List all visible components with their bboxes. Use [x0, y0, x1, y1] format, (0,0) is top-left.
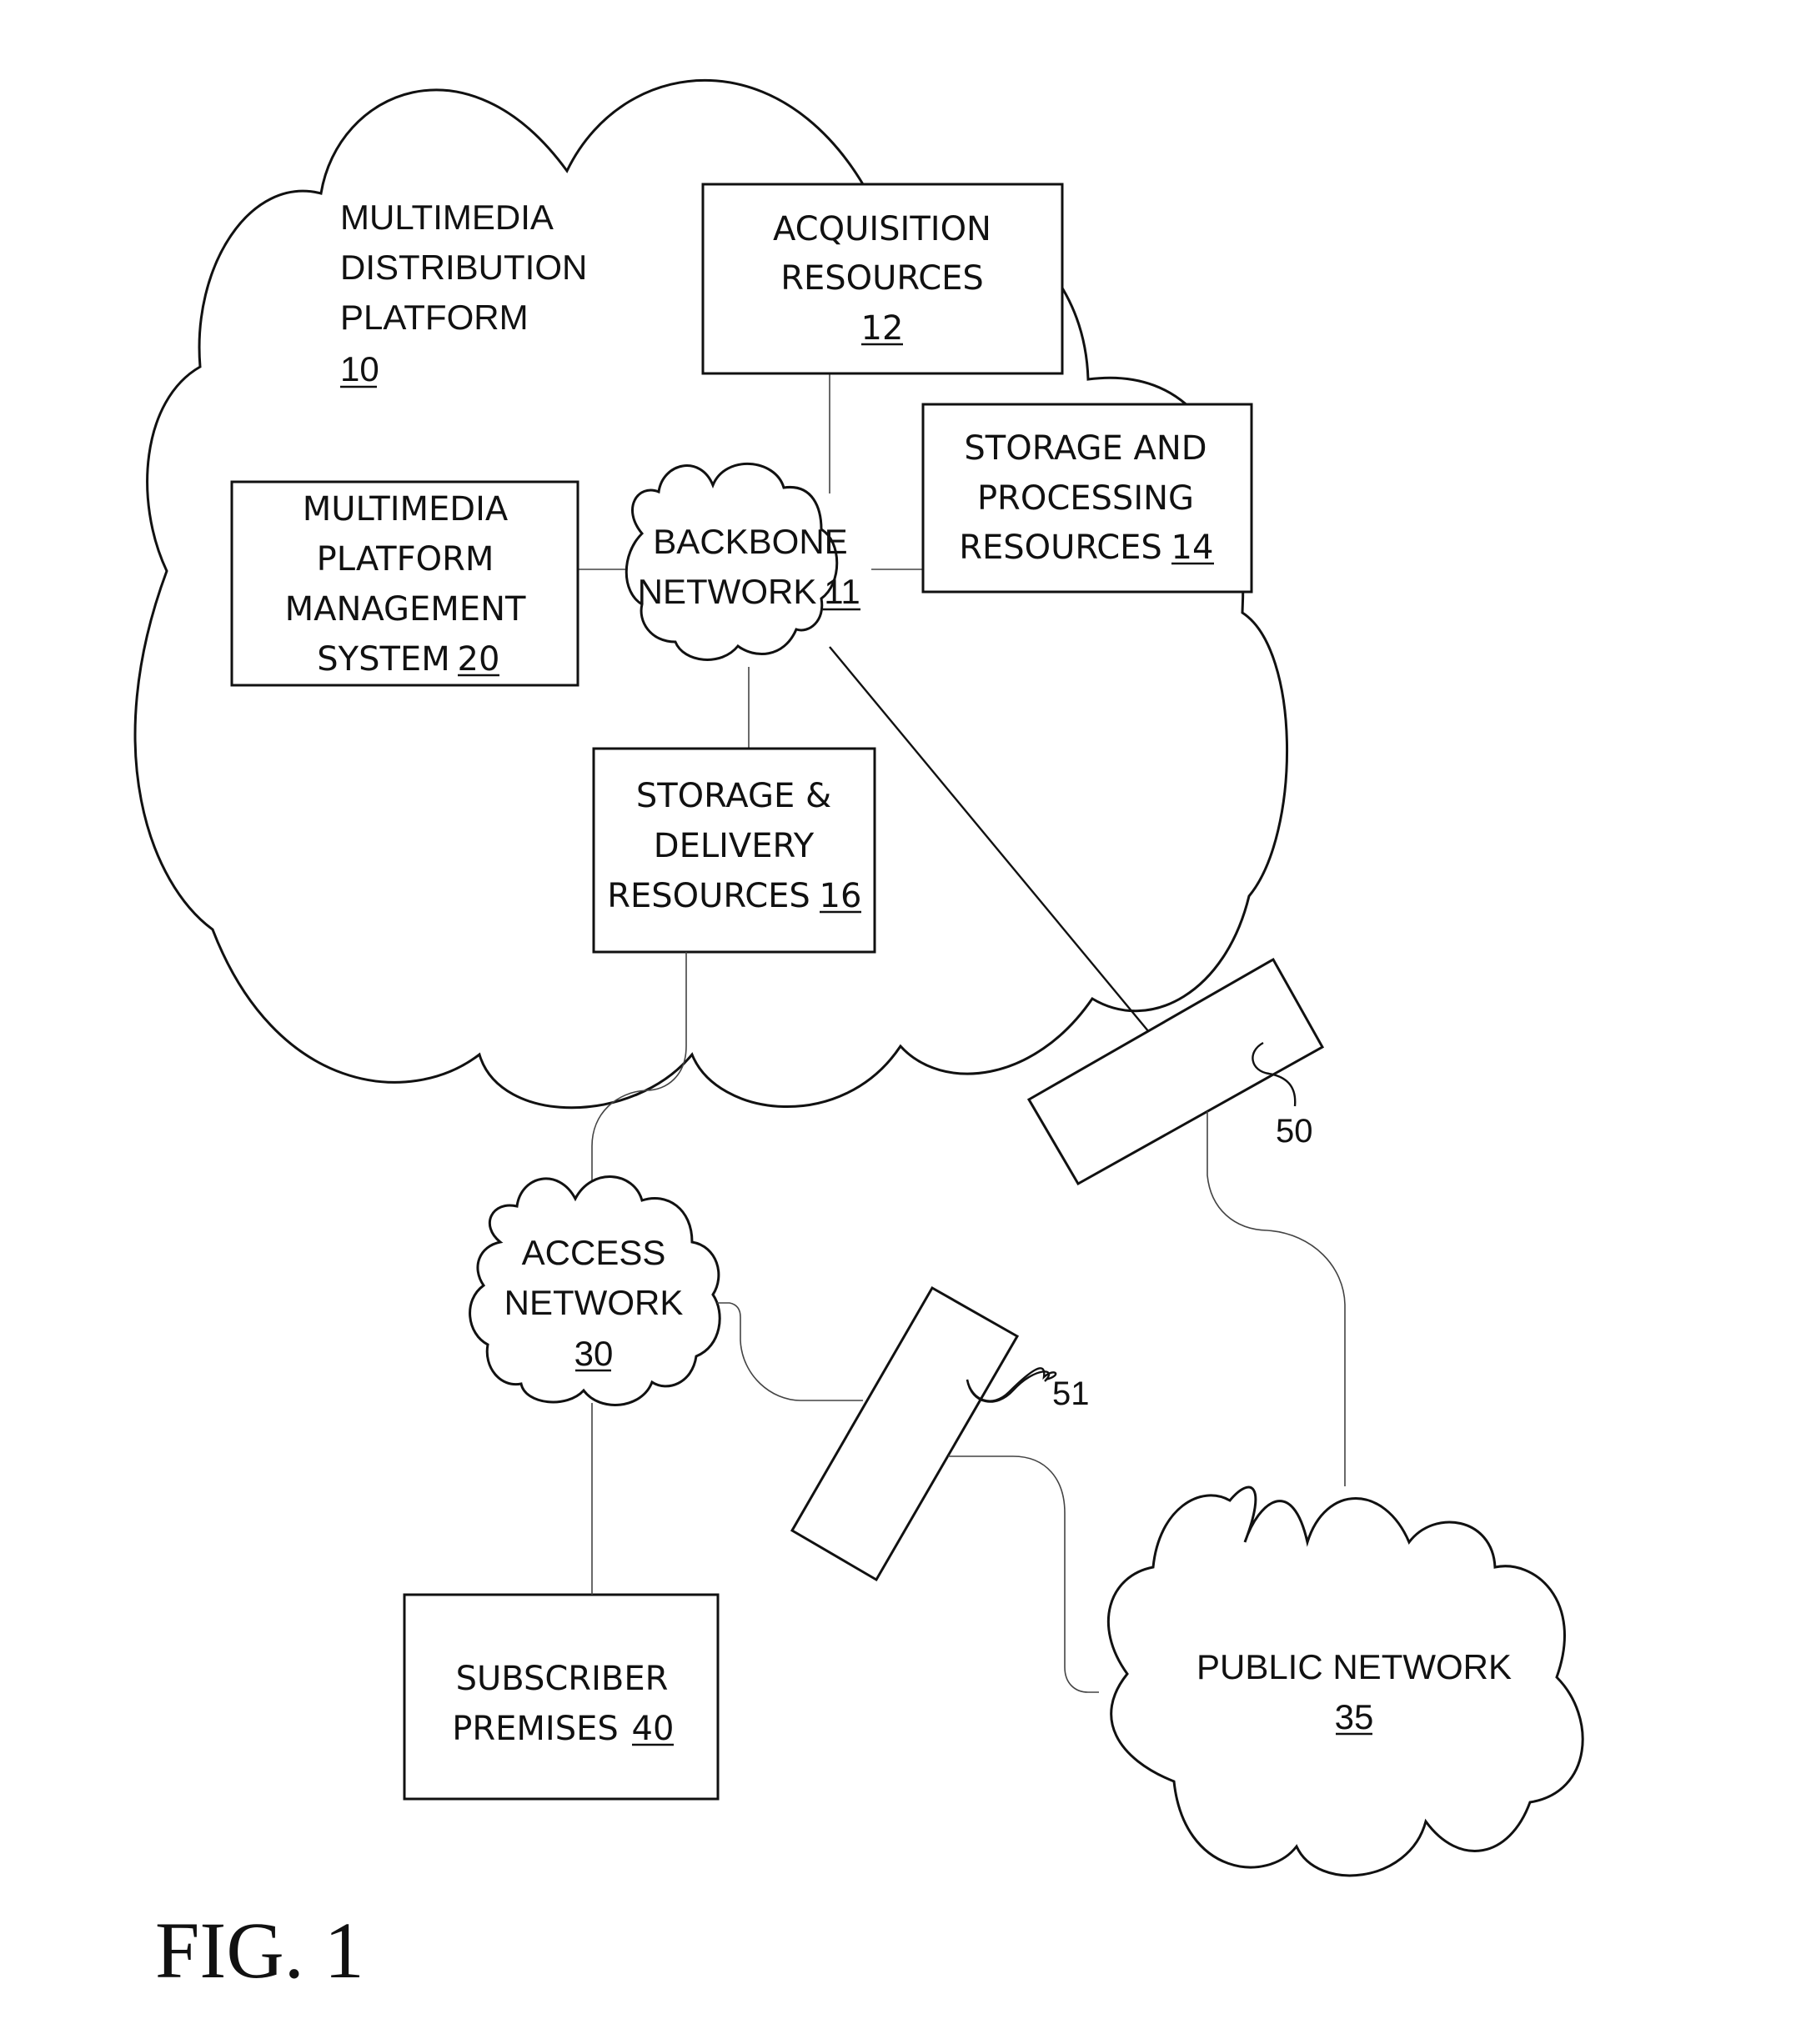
- network-diagram: 50 51 MULTIMEDIA DISTRIBUTION PLATFORM 1…: [133, 78, 1584, 1995]
- platform-ref: 10: [340, 349, 379, 388]
- platform-line-1: MULTIMEDIA: [340, 198, 554, 237]
- storage-delivery-line-3: RESOURCES: [607, 877, 810, 915]
- storage-processing-line-3: RESOURCES: [959, 529, 1162, 567]
- device51-ref: 51: [1052, 1375, 1090, 1412]
- backbone-cloud: [625, 463, 839, 661]
- management-line-4: SYSTEM: [317, 640, 449, 679]
- management-line-2: PLATFORM: [317, 540, 494, 579]
- link-device50-public: [1206, 1111, 1346, 1486]
- public-ref: 35: [1335, 1697, 1374, 1736]
- backbone-line-1: BACKBONE: [653, 522, 847, 561]
- device51-box: [790, 1285, 1020, 1582]
- access-ref: 30: [574, 1334, 614, 1373]
- subscriber-line-2: PREMISES: [452, 1710, 619, 1748]
- storage-delivery-ref: 16: [820, 877, 862, 915]
- access-line-2: NETWORK: [504, 1283, 684, 1322]
- subscriber-ref: 40: [632, 1710, 675, 1748]
- management-line-1: MULTIMEDIA: [303, 490, 509, 529]
- backbone-ref: 11: [824, 572, 860, 611]
- storage-processing-label: STORAGE AND PROCESSING RESOURCES 14: [959, 429, 1214, 567]
- acquisition-line-1: ACQUISITION: [773, 210, 991, 248]
- platform-line-2: DISTRIBUTION: [340, 248, 587, 287]
- storage-delivery-line-2: DELIVERY: [654, 827, 815, 865]
- figure-label: FIG. 1: [155, 1906, 364, 1995]
- storage-processing-line-2: PROCESSING: [977, 479, 1194, 518]
- acquisition-line-2: RESOURCES: [780, 259, 984, 298]
- link-access-device51: [717, 1302, 863, 1401]
- link-device51-public: [948, 1455, 1099, 1693]
- storage-delivery-line-1: STORAGE &: [636, 777, 831, 815]
- device50-ref: 50: [1276, 1113, 1313, 1150]
- management-ref: 20: [458, 640, 500, 679]
- subscriber-line-1: SUBSCRIBER: [456, 1660, 669, 1698]
- platform-line-3: PLATFORM: [340, 298, 529, 337]
- access-line-1: ACCESS: [522, 1233, 666, 1272]
- acquisition-ref: 12: [861, 309, 904, 348]
- public-line-1: PUBLIC NETWORK: [1196, 1647, 1512, 1686]
- storage-processing-line-1: STORAGE AND: [964, 429, 1206, 468]
- storage-processing-ref: 14: [1171, 529, 1214, 567]
- backbone-line-2: NETWORK: [638, 572, 817, 611]
- management-line-3: MANAGEMENT: [285, 590, 526, 629]
